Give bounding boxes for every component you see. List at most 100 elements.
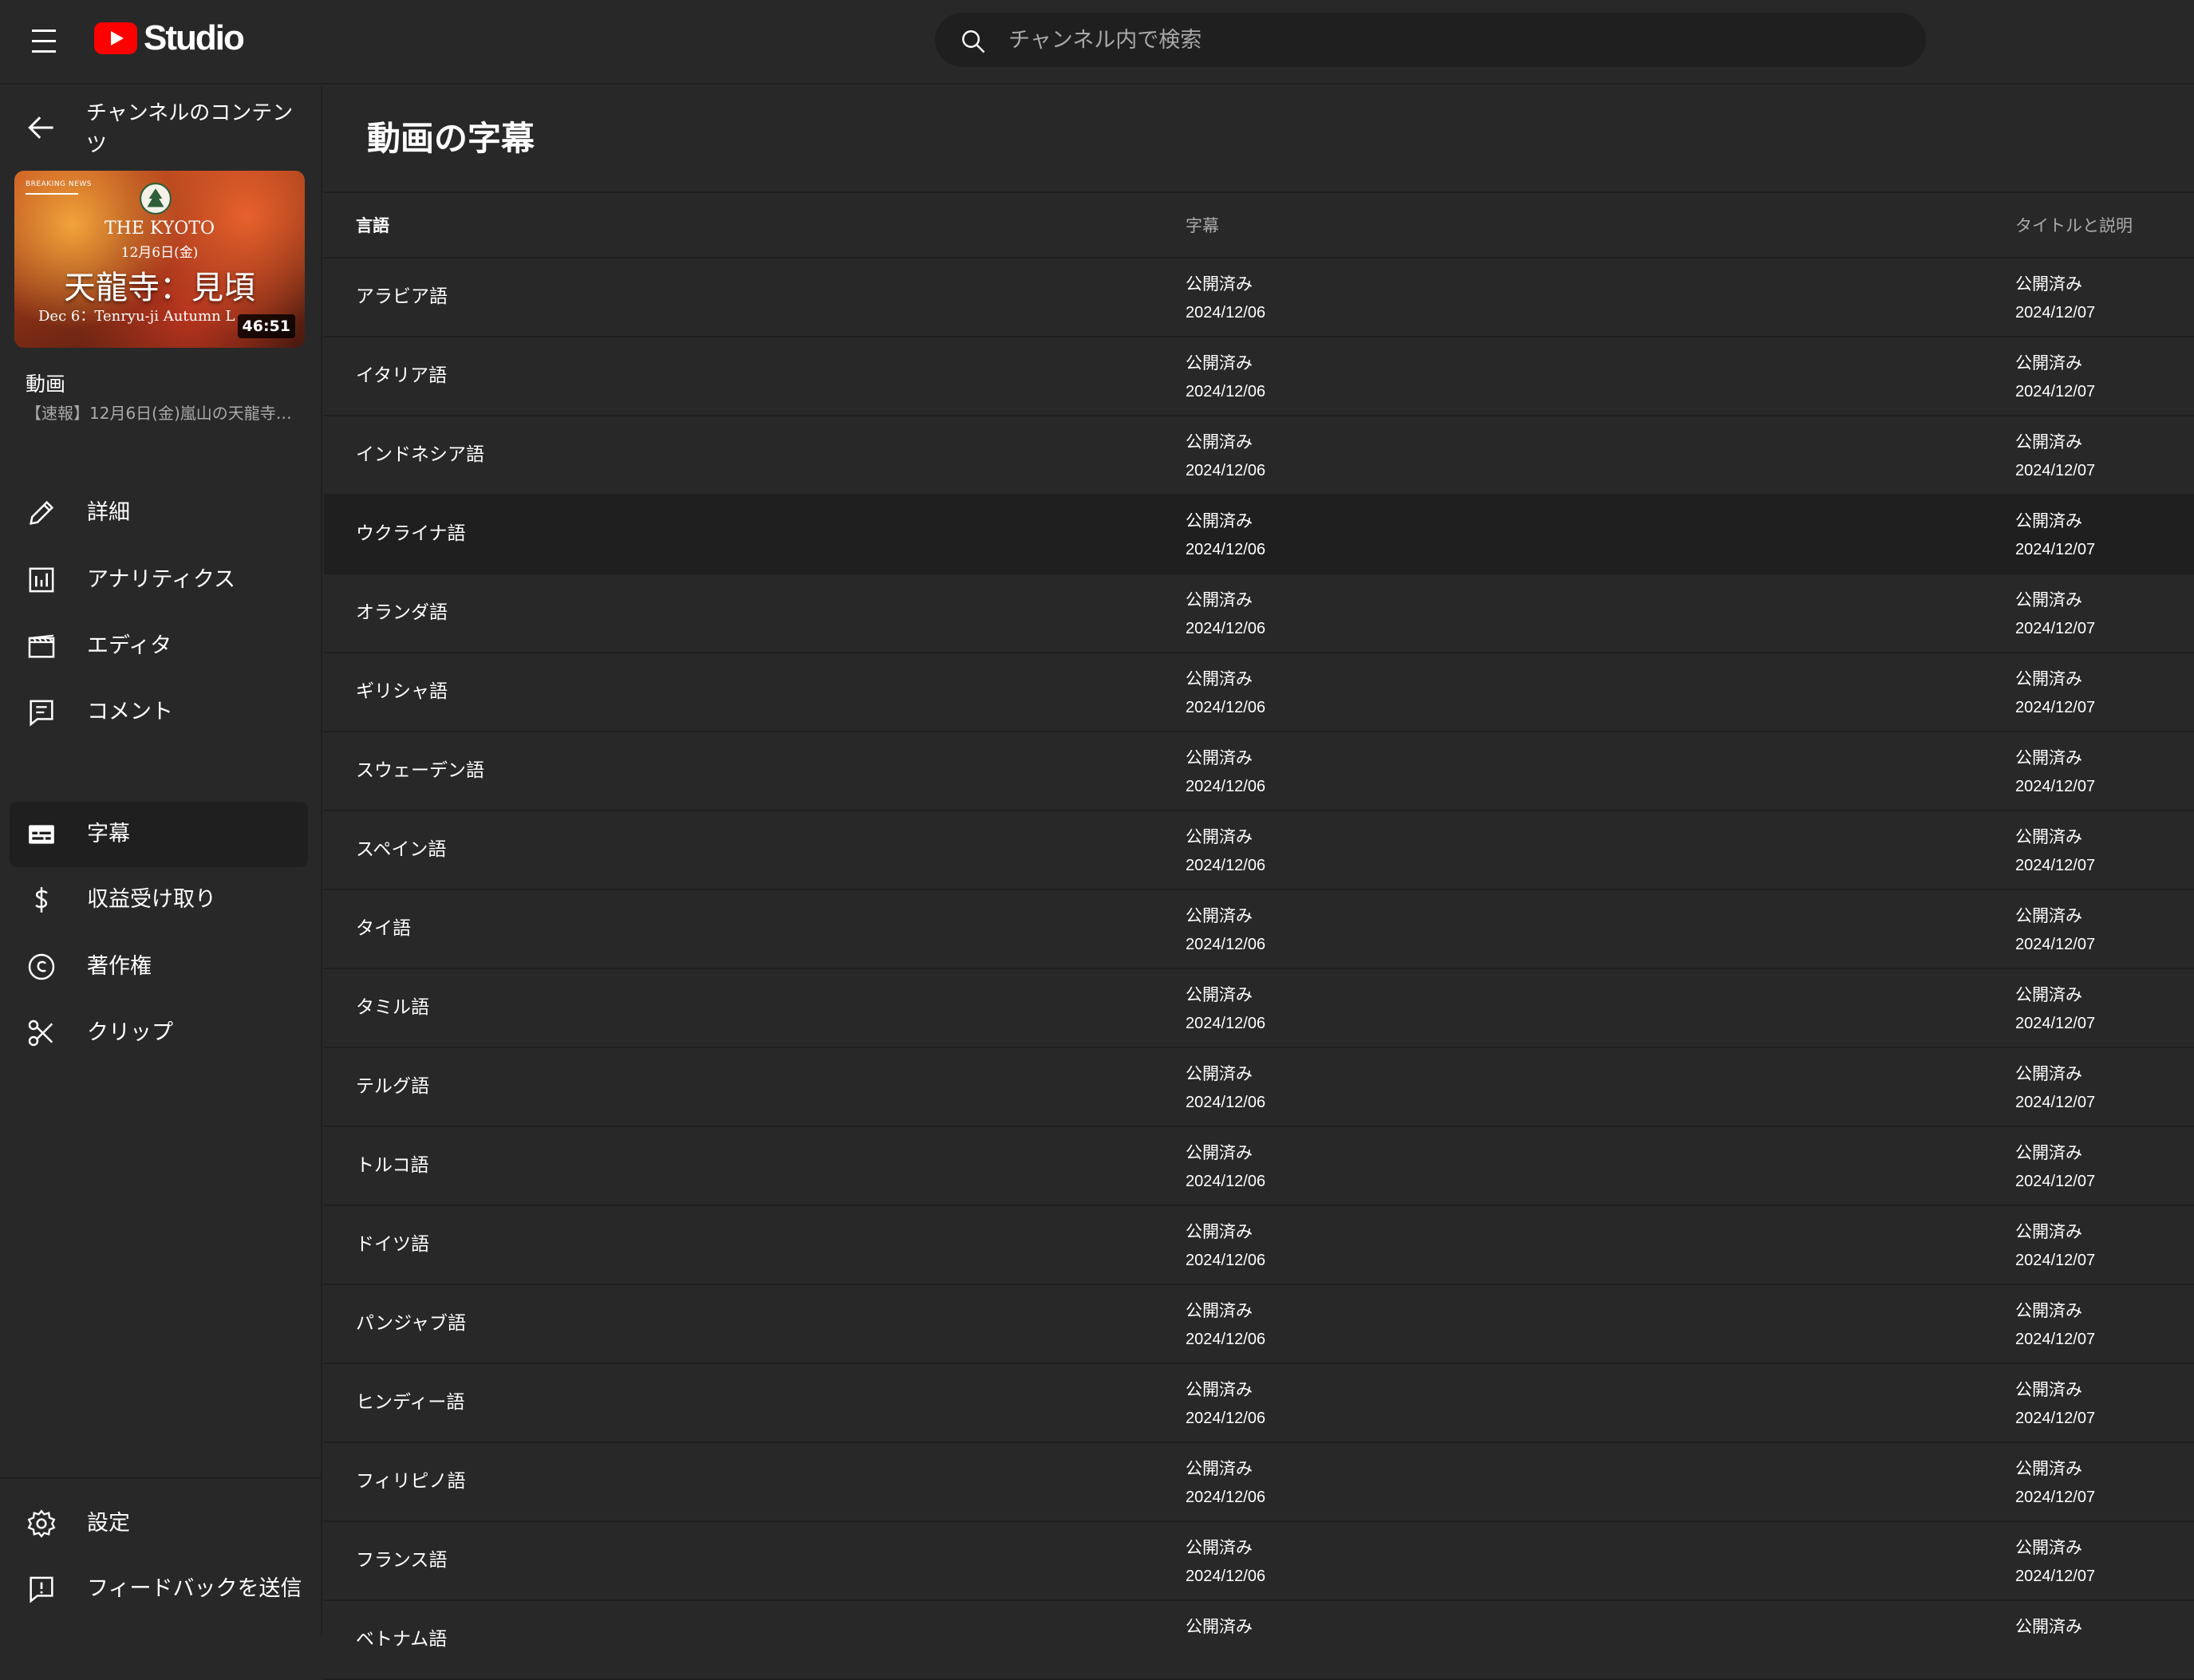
nav-monetization[interactable]: 収益受け取り: [10, 867, 308, 933]
subtitle-status[interactable]: 公開済み: [1186, 272, 1253, 296]
subtitle-status[interactable]: 公開済み: [1186, 983, 1253, 1007]
row-language: タミル語: [356, 997, 429, 1018]
dollar-icon: [35, 887, 48, 913]
nav-label: 字幕: [87, 822, 130, 846]
video-thumbnail[interactable]: BREAKING NEWS THE KYOTO 12月6日(金) 天龍寺：見頃 …: [14, 171, 305, 348]
subtitle-status[interactable]: 公開済み: [1186, 509, 1253, 533]
back-to-channel-content[interactable]: チャンネルのコンテンツ: [0, 86, 322, 166]
title-desc-status[interactable]: 公開済み: [2015, 1457, 2082, 1481]
table-row[interactable]: フィリピノ語 公開済み 2024/12/06 公開済み 2024/12/07: [324, 1443, 2194, 1522]
pencil-icon: [30, 500, 54, 525]
subtitle-status[interactable]: 公開済み: [1186, 1536, 1253, 1560]
title-desc-date: 2024/12/07: [2015, 620, 2096, 637]
subtitle-date: 2024/12/06: [1186, 1489, 1266, 1506]
title-desc-status[interactable]: 公開済み: [2015, 1062, 2082, 1086]
subtitle-status[interactable]: 公開済み: [1186, 1220, 1253, 1244]
search-icon[interactable]: [959, 27, 988, 56]
title-desc-date: 2024/12/07: [2015, 778, 2096, 795]
title-desc-status[interactable]: 公開済み: [2015, 1378, 2082, 1402]
subtitle-status[interactable]: 公開済み: [1186, 1141, 1253, 1165]
nav-settings[interactable]: 設定: [10, 1491, 308, 1556]
nav-analytics[interactable]: アナリティクス: [10, 547, 308, 613]
subtitle-status[interactable]: 公開済み: [1186, 904, 1253, 928]
title-desc-status[interactable]: 公開済み: [2015, 351, 2082, 375]
back-label[interactable]: チャンネルのコンテンツ: [86, 97, 302, 161]
subtitle-status[interactable]: 公開済み: [1186, 588, 1253, 612]
subtitle-date: 2024/12/06: [1186, 936, 1266, 953]
title-desc-status[interactable]: 公開済み: [2015, 667, 2082, 691]
table-row[interactable]: スペイン語 公開済み 2024/12/06 公開済み 2024/12/07: [324, 811, 2194, 890]
table-row[interactable]: テルグ語 公開済み 2024/12/06 公開済み 2024/12/07: [324, 1048, 2194, 1127]
table-row[interactable]: トルコ語 公開済み 2024/12/06 公開済み 2024/12/07: [324, 1127, 2194, 1206]
table-row[interactable]: インドネシア語 公開済み 2024/12/06 公開済み 2024/12/07: [324, 416, 2194, 495]
thumbnail-badge: BREAKING NEWS: [26, 180, 92, 195]
row-language: ウクライナ語: [356, 523, 466, 544]
table-row[interactable]: パンジャブ語 公開済み 2024/12/06 公開済み 2024/12/07: [324, 1285, 2194, 1364]
subtitle-status[interactable]: 公開済み: [1186, 1299, 1253, 1323]
page-title: 動画の字幕: [367, 119, 535, 158]
table-row[interactable]: オランダ語 公開済み 2024/12/06 公開済み 2024/12/07: [324, 574, 2194, 653]
thumbnail-date: 12月6日(金): [120, 245, 199, 261]
subtitle-status[interactable]: 公開済み: [1186, 746, 1253, 770]
subtitle-status[interactable]: 公開済み: [1186, 430, 1253, 454]
column-header-language[interactable]: 言語: [356, 193, 389, 258]
table-row[interactable]: ヒンディー語 公開済み 2024/12/06 公開済み 2024/12/07: [324, 1364, 2194, 1443]
youtube-play-icon: [94, 22, 137, 54]
subtitle-date: 2024/12/06: [1186, 1331, 1266, 1348]
nav-details[interactable]: 詳細: [10, 480, 308, 546]
subtitle-status[interactable]: 公開済み: [1186, 667, 1253, 691]
title-desc-date: 2024/12/07: [2015, 304, 2096, 321]
table-row[interactable]: ギリシャ語 公開済み 2024/12/06 公開済み 2024/12/07: [324, 653, 2194, 732]
subtitle-table-body: アラビア語 公開済み 2024/12/06 公開済み 2024/12/07 イタリア語 公開…: [324, 258, 2194, 1680]
title-desc-status[interactable]: 公開済み: [2015, 1141, 2082, 1165]
nav-clips[interactable]: クリップ: [10, 1000, 308, 1066]
table-row[interactable]: フランス語 公開済み 2024/12/06 公開済み 2024/12/07: [324, 1522, 2194, 1601]
title-desc-date: 2024/12/07: [2015, 1331, 2096, 1348]
title-desc-date: 2024/12/07: [2015, 1173, 2096, 1190]
search-bar[interactable]: [935, 13, 1926, 67]
hamburger-menu-icon[interactable]: [24, 20, 69, 65]
row-language: パンジャブ語: [356, 1313, 466, 1334]
title-desc-status[interactable]: 公開済み: [2015, 1220, 2082, 1244]
nav-comments[interactable]: コメント: [10, 680, 308, 745]
subtitle-status[interactable]: 公開済み: [1186, 1457, 1253, 1481]
thumbnail-subtitle: Dec 6：Tenryu-ji Autumn L: [38, 308, 235, 325]
title-desc-date: 2024/12/07: [2015, 1094, 2096, 1111]
nav-copyright[interactable]: 著作権: [10, 934, 308, 1000]
table-row[interactable]: ドイツ語 公開済み 2024/12/06 公開済み 2024/12/07: [324, 1206, 2194, 1285]
row-language: ドイツ語: [356, 1234, 429, 1255]
table-row[interactable]: タミル語 公開済み 2024/12/06 公開済み 2024/12/07: [324, 969, 2194, 1048]
title-desc-status[interactable]: 公開済み: [2015, 430, 2082, 454]
subtitle-status[interactable]: 公開済み: [1186, 825, 1253, 849]
table-row[interactable]: スウェーデン語 公開済み 2024/12/06 公開済み 2024/12/07: [324, 732, 2194, 811]
table-row[interactable]: アラビア語 公開済み 2024/12/06 公開済み 2024/12/07: [324, 258, 2194, 337]
title-desc-status[interactable]: 公開済み: [2015, 1536, 2082, 1560]
title-desc-status[interactable]: 公開済み: [2015, 746, 2082, 770]
nav-subtitles[interactable]: 字幕: [10, 802, 308, 867]
title-desc-date: 2024/12/07: [2015, 936, 2096, 953]
title-desc-status[interactable]: 公開済み: [2015, 825, 2082, 849]
row-language: タイ語: [356, 918, 411, 939]
title-desc-status[interactable]: 公開済み: [2015, 1299, 2082, 1323]
row-language: オランダ語: [356, 602, 448, 623]
sidebar-divider: [0, 1477, 322, 1479]
table-row[interactable]: ウクライナ語 公開済み 2024/12/06 公開済み 2024/12/07: [324, 495, 2194, 574]
nav-send-feedback[interactable]: フィードバックを送信: [10, 1556, 308, 1622]
nav-editor[interactable]: エディタ: [10, 613, 308, 679]
arrow-back-icon[interactable]: [24, 110, 59, 145]
table-row[interactable]: タイ語 公開済み 2024/12/06 公開済み 2024/12/07: [324, 890, 2194, 969]
title-desc-status[interactable]: 公開済み: [2015, 588, 2082, 612]
subtitle-status[interactable]: 公開済み: [1186, 1378, 1253, 1402]
title-desc-status[interactable]: 公開済み: [2015, 904, 2082, 928]
table-row[interactable]: イタリア語 公開済み 2024/12/06 公開済み 2024/12/07: [324, 337, 2194, 416]
main-content: 動画の字幕 言語 字幕 タイトルと説明 アラビア語 公開済み 2024/12/06 公…: [324, 86, 2194, 1680]
search-input[interactable]: [1008, 13, 1886, 67]
studio-logo[interactable]: Studio: [94, 18, 245, 59]
row-language: スペイン語: [356, 839, 447, 860]
title-desc-status[interactable]: 公開済み: [2015, 983, 2082, 1007]
title-desc-status[interactable]: 公開済み: [2015, 509, 2082, 533]
table-row[interactable]: ベトナム語 公開済み 公開済み: [324, 1601, 2194, 1680]
title-desc-status[interactable]: 公開済み: [2015, 272, 2082, 296]
subtitle-status[interactable]: 公開済み: [1186, 1062, 1253, 1086]
subtitle-status[interactable]: 公開済み: [1186, 351, 1253, 375]
